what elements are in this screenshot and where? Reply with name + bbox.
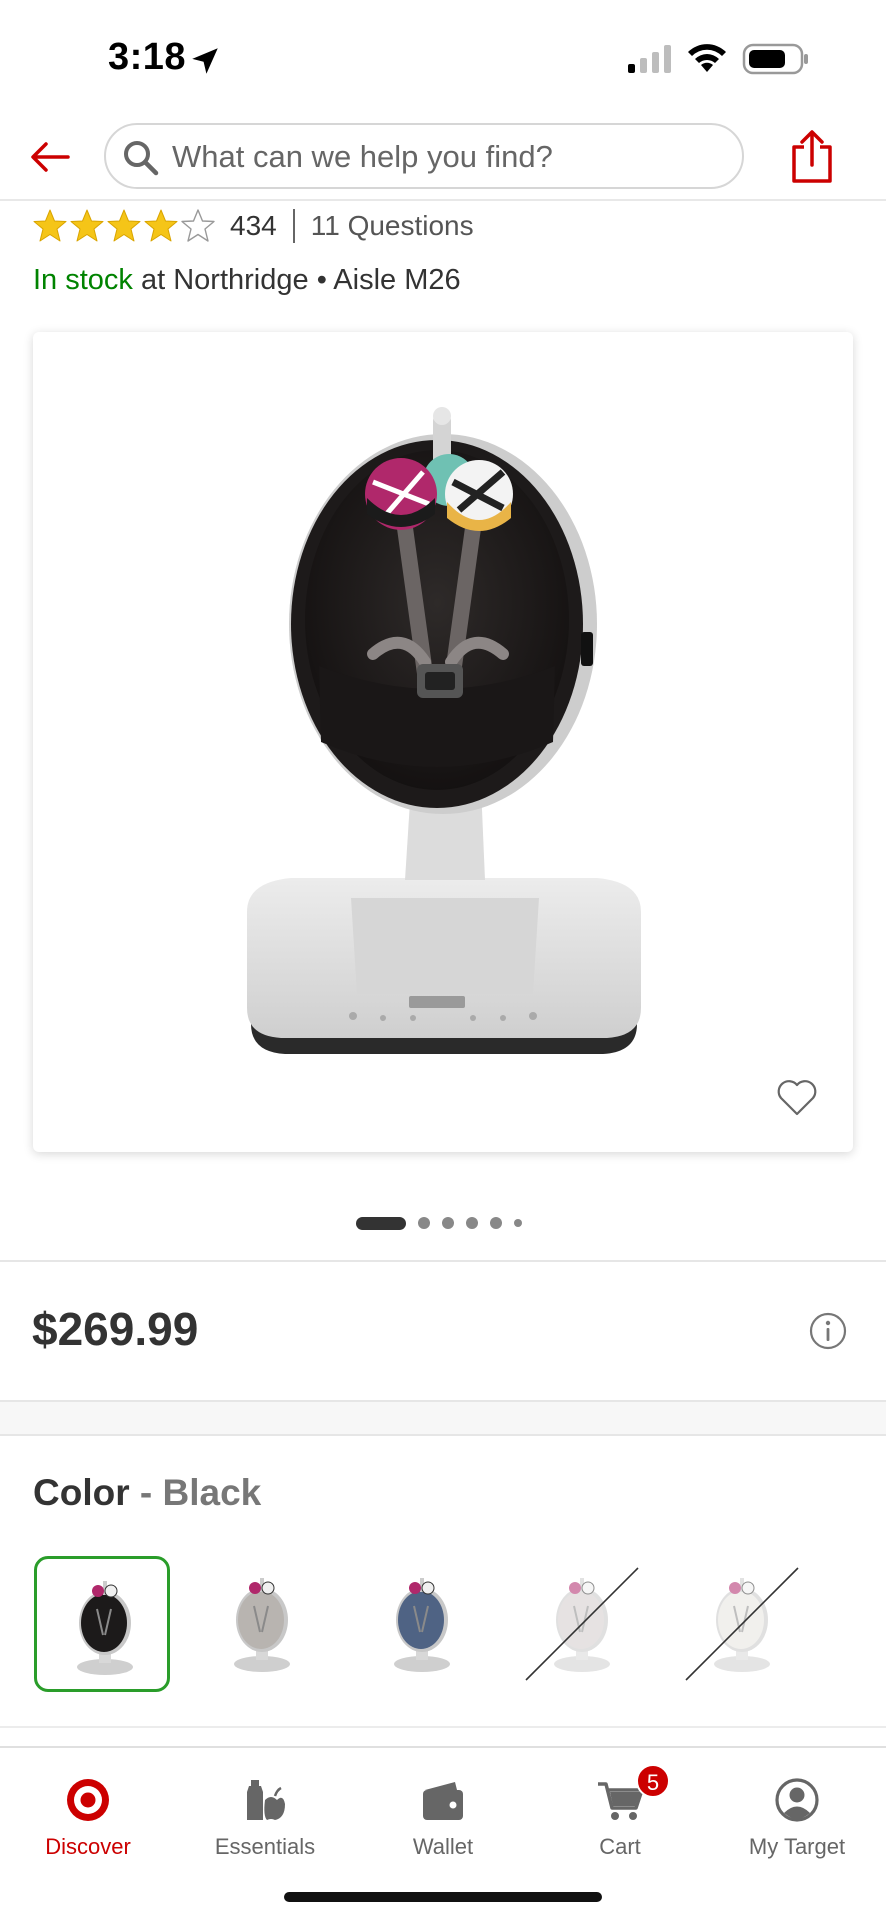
rating-row[interactable]: 434 11 Questions: [32, 206, 474, 246]
heart-icon[interactable]: [775, 1078, 819, 1118]
nav-discover[interactable]: Discover: [8, 1762, 168, 1859]
target-logo-icon: [67, 1779, 109, 1821]
color-swatch[interactable]: [34, 1556, 170, 1692]
header: What can we help you find?: [0, 115, 886, 201]
swing-thumbnail: [234, 1578, 290, 1672]
star-filled-icon: [33, 209, 67, 242]
star-filled-icon: [144, 209, 178, 242]
color-heading: Color: [33, 1472, 130, 1513]
price: $269.99: [32, 1303, 199, 1355]
wifi-icon: [688, 44, 726, 72]
status-time: 3:18: [108, 36, 187, 78]
search-icon: [124, 141, 159, 176]
divider: [292, 209, 295, 243]
carousel-dot[interactable]: [466, 1217, 478, 1229]
swing-thumbnail: [525, 1567, 639, 1681]
nav-label: Discover: [45, 1834, 131, 1859]
home-indicator: [284, 1892, 602, 1902]
swing-thumbnail: [394, 1578, 450, 1672]
nav-essentials[interactable]: Essentials: [185, 1762, 345, 1859]
star-rating: [32, 208, 216, 244]
nav-label: Essentials: [214, 1834, 316, 1859]
color-separator: -: [129, 1472, 163, 1513]
cellular-signal-icon: [628, 45, 671, 73]
nav-label: Cart: [599, 1834, 641, 1859]
account-icon: [775, 1778, 819, 1822]
share-icon[interactable]: [788, 129, 836, 185]
rating-count[interactable]: 434: [230, 210, 277, 242]
status-bar: 3:18: [0, 0, 886, 115]
nav-wallet[interactable]: Wallet: [363, 1762, 523, 1859]
search-placeholder: What can we help you find?: [172, 139, 553, 174]
battery-icon: [742, 43, 808, 75]
color-swatch[interactable]: [194, 1556, 330, 1692]
essentials-icon: [247, 1780, 285, 1820]
product-image-card[interactable]: [33, 332, 853, 1152]
star-filled-icon: [70, 209, 104, 242]
product-image: [247, 407, 641, 1054]
color-swatch[interactable]: [674, 1556, 810, 1692]
info-icon[interactable]: [808, 1311, 848, 1351]
selected-color-name: Black: [162, 1472, 262, 1513]
divider: [0, 1260, 886, 1262]
stock-info[interactable]: In stock at Northridge • Aisle M26: [33, 264, 461, 297]
carousel-dot[interactable]: [490, 1217, 502, 1229]
stock-status: In stock: [33, 264, 133, 296]
questions-link[interactable]: 11 Questions: [311, 210, 474, 242]
star-empty-icon: [181, 209, 215, 242]
nav-label: My Target: [748, 1834, 846, 1859]
search-input[interactable]: What can we help you find?: [104, 123, 744, 189]
swing-thumbnail: [77, 1581, 133, 1675]
color-swatch[interactable]: [514, 1556, 650, 1692]
carousel-dot[interactable]: [418, 1217, 430, 1229]
divider: [0, 1726, 886, 1728]
section-separator: [0, 1400, 886, 1436]
image-carousel-dots[interactable]: [356, 1216, 522, 1230]
nav-cart[interactable]: 5 Cart: [540, 1762, 700, 1859]
nav-my-target[interactable]: My Target: [717, 1762, 877, 1859]
location-arrow-icon: [192, 48, 218, 74]
swing-thumbnail: [685, 1567, 799, 1681]
carousel-dot[interactable]: [442, 1217, 454, 1229]
star-filled-icon: [107, 209, 141, 242]
color-swatch[interactable]: [354, 1556, 490, 1692]
color-label: Color - Black: [33, 1472, 261, 1514]
carousel-dot[interactable]: [514, 1219, 522, 1227]
wallet-icon: [423, 1782, 463, 1820]
store-location: at Northridge • Aisle M26: [132, 264, 461, 296]
cart-count-badge: 5: [636, 1764, 670, 1798]
back-arrow-icon[interactable]: [26, 133, 74, 181]
carousel-dot-active[interactable]: [356, 1216, 406, 1230]
nav-label: Wallet: [412, 1834, 474, 1859]
